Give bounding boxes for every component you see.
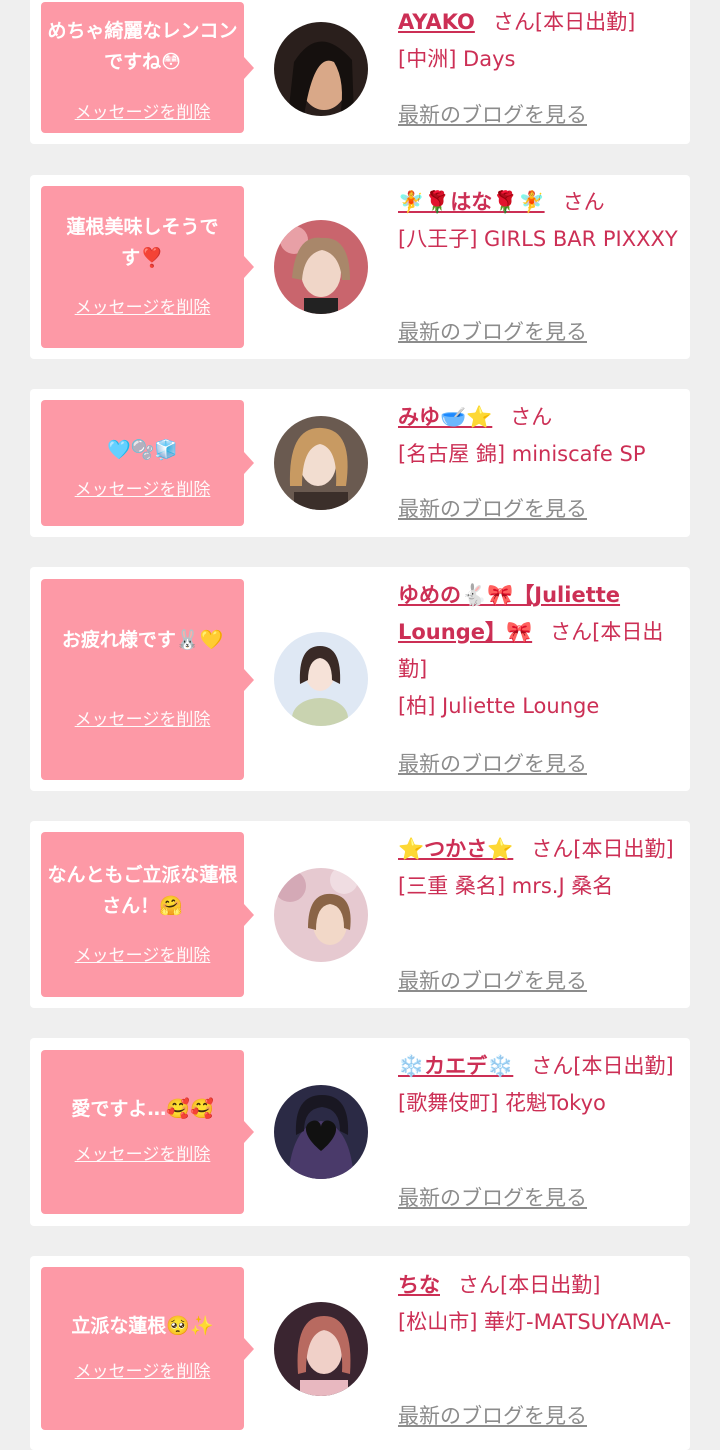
attendance-status: [本日出勤] [573, 837, 674, 861]
avatar[interactable] [274, 632, 368, 726]
message-bubble: 蓮根美味しそうです❣️ メッセージを削除 [41, 186, 254, 348]
attendance-status: [本日出勤] [500, 1273, 601, 1297]
avatar[interactable] [274, 220, 368, 314]
latest-blog-link[interactable]: 最新のブログを見る [398, 1182, 587, 1212]
message-card: 蓮根美味しそうです❣️ メッセージを削除 🧚🌹はな🌹🧚 さん [八王子] GIRL… [30, 175, 690, 359]
latest-blog-link[interactable]: 最新のブログを見る [398, 748, 587, 778]
sender-name-link[interactable]: AYAKO [398, 10, 475, 34]
message-text: 愛ですよ…🥰🥰 [71, 1098, 214, 1120]
message-bubble: 愛ですよ…🥰🥰 メッセージを削除 [41, 1050, 254, 1214]
delete-message-link[interactable]: メッセージを削除 [41, 475, 244, 500]
honorific: さん [458, 1273, 500, 1297]
message-text: お疲れ様です🐰💛 [61, 629, 224, 651]
sender-name-link[interactable]: みゆ🥣⭐ [398, 405, 492, 429]
message-text: 立派な蓮根🥺✨ [71, 1315, 214, 1337]
message-text: なんともご立派な蓮根さん！🤗 [47, 864, 238, 917]
honorific: さん [531, 837, 574, 861]
honorific: さん [492, 10, 535, 34]
delete-message-link[interactable]: メッセージを削除 [41, 98, 244, 123]
sender-name-link[interactable]: ❄️カエデ❄️ [398, 1054, 513, 1078]
sender-info: ❄️カエデ❄️ さん[本日出勤] [歌舞伎町] 花魁Tokyo [398, 1048, 683, 1122]
latest-blog-link[interactable]: 最新のブログを見る [398, 965, 587, 995]
shop-label: [松山市] 華灯-MATSUYAMA- [398, 1310, 672, 1334]
shop-label: [名古屋 錦] miniscafe SP [398, 442, 646, 466]
attendance-status: [本日出勤] [534, 10, 636, 34]
message-card: なんともご立派な蓮根さん！🤗 メッセージを削除 ⭐つかさ⭐ さん[本日出勤] [三… [30, 821, 690, 1008]
shop-label: [八王子] GIRLS BAR PIXXXY [398, 227, 678, 251]
honorific: さん [531, 1054, 574, 1078]
avatar[interactable] [274, 416, 368, 510]
sender-info: ゆめの🐇🎀【Juliette Lounge】🎀 さん[本日出勤] [柏] Juli… [398, 577, 683, 725]
shop-label: [中洲] Days [398, 47, 516, 71]
shop-label: [三重 桑名] mrs.J 桑名 [398, 874, 614, 898]
sender-name-link[interactable]: ちな [398, 1273, 440, 1297]
latest-blog-link[interactable]: 最新のブログを見る [398, 493, 587, 523]
message-bubble: めちゃ綺麗なレンコンですね😳 メッセージを削除 [41, 2, 254, 133]
latest-blog-link[interactable]: 最新のブログを見る [398, 316, 587, 346]
sender-info: ちな さん[本日出勤] [松山市] 華灯-MATSUYAMA- [398, 1267, 683, 1341]
message-bubble: なんともご立派な蓮根さん！🤗 メッセージを削除 [41, 832, 254, 997]
message-card: お疲れ様です🐰💛 メッセージを削除 ゆめの🐇🎀【Juliette Lounge】… [30, 567, 690, 791]
avatar[interactable] [274, 22, 368, 116]
message-bubble: お疲れ様です🐰💛 メッセージを削除 [41, 579, 254, 780]
honorific: さん [562, 190, 605, 214]
message-card: 🩵🫧🧊 メッセージを削除 みゆ🥣⭐ さん [名古屋 錦] miniscafe SP… [30, 389, 690, 537]
attendance-status: [本日出勤] [573, 1054, 674, 1078]
message-bubble: 🩵🫧🧊 メッセージを削除 [41, 400, 254, 526]
message-card: めちゃ綺麗なレンコンですね😳 メッセージを削除 AYAKO さん[本日出勤] [中… [30, 0, 690, 144]
delete-message-link[interactable]: メッセージを削除 [41, 1357, 244, 1382]
delete-message-link[interactable]: メッセージを削除 [41, 1140, 244, 1165]
latest-blog-link[interactable]: 最新のブログを見る [398, 1400, 587, 1430]
shop-label: [歌舞伎町] 花魁Tokyo [398, 1091, 606, 1115]
delete-message-link[interactable]: メッセージを削除 [41, 293, 244, 318]
sender-info: AYAKO さん[本日出勤] [中洲] Days [398, 4, 683, 78]
message-text: 🩵🫧🧊 [107, 439, 178, 461]
message-bubble: 立派な蓮根🥺✨ メッセージを削除 [41, 1267, 254, 1430]
sender-info: ⭐つかさ⭐ さん[本日出勤] [三重 桑名] mrs.J 桑名 [398, 831, 683, 905]
message-card: 立派な蓮根🥺✨ メッセージを削除 ちな さん[本日出勤] [松山市] 華灯-MAT… [30, 1256, 690, 1450]
latest-blog-link[interactable]: 最新のブログを見る [398, 99, 587, 129]
sender-name-link[interactable]: ⭐つかさ⭐ [398, 837, 513, 861]
delete-message-link[interactable]: メッセージを削除 [41, 705, 244, 730]
sender-info: みゆ🥣⭐ さん [名古屋 錦] miniscafe SP [398, 399, 683, 473]
message-text: 蓮根美味しそうです❣️ [66, 216, 219, 269]
sender-name-link[interactable]: 🧚🌹はな🌹🧚 [398, 190, 545, 214]
shop-label: [柏] Juliette Lounge [398, 694, 600, 718]
message-text: めちゃ綺麗なレンコンですね😳 [47, 20, 238, 73]
sender-info: 🧚🌹はな🌹🧚 さん [八王子] GIRLS BAR PIXXXY [398, 184, 683, 258]
message-card: 愛ですよ…🥰🥰 メッセージを削除 ❄️カエデ❄️ さん[本日出勤] [歌舞伎町] … [30, 1038, 690, 1226]
avatar[interactable] [274, 1302, 368, 1396]
honorific: さん [510, 405, 553, 429]
avatar[interactable] [274, 868, 368, 962]
delete-message-link[interactable]: メッセージを削除 [41, 941, 244, 966]
honorific: さん [550, 620, 593, 644]
avatar[interactable] [274, 1085, 368, 1179]
